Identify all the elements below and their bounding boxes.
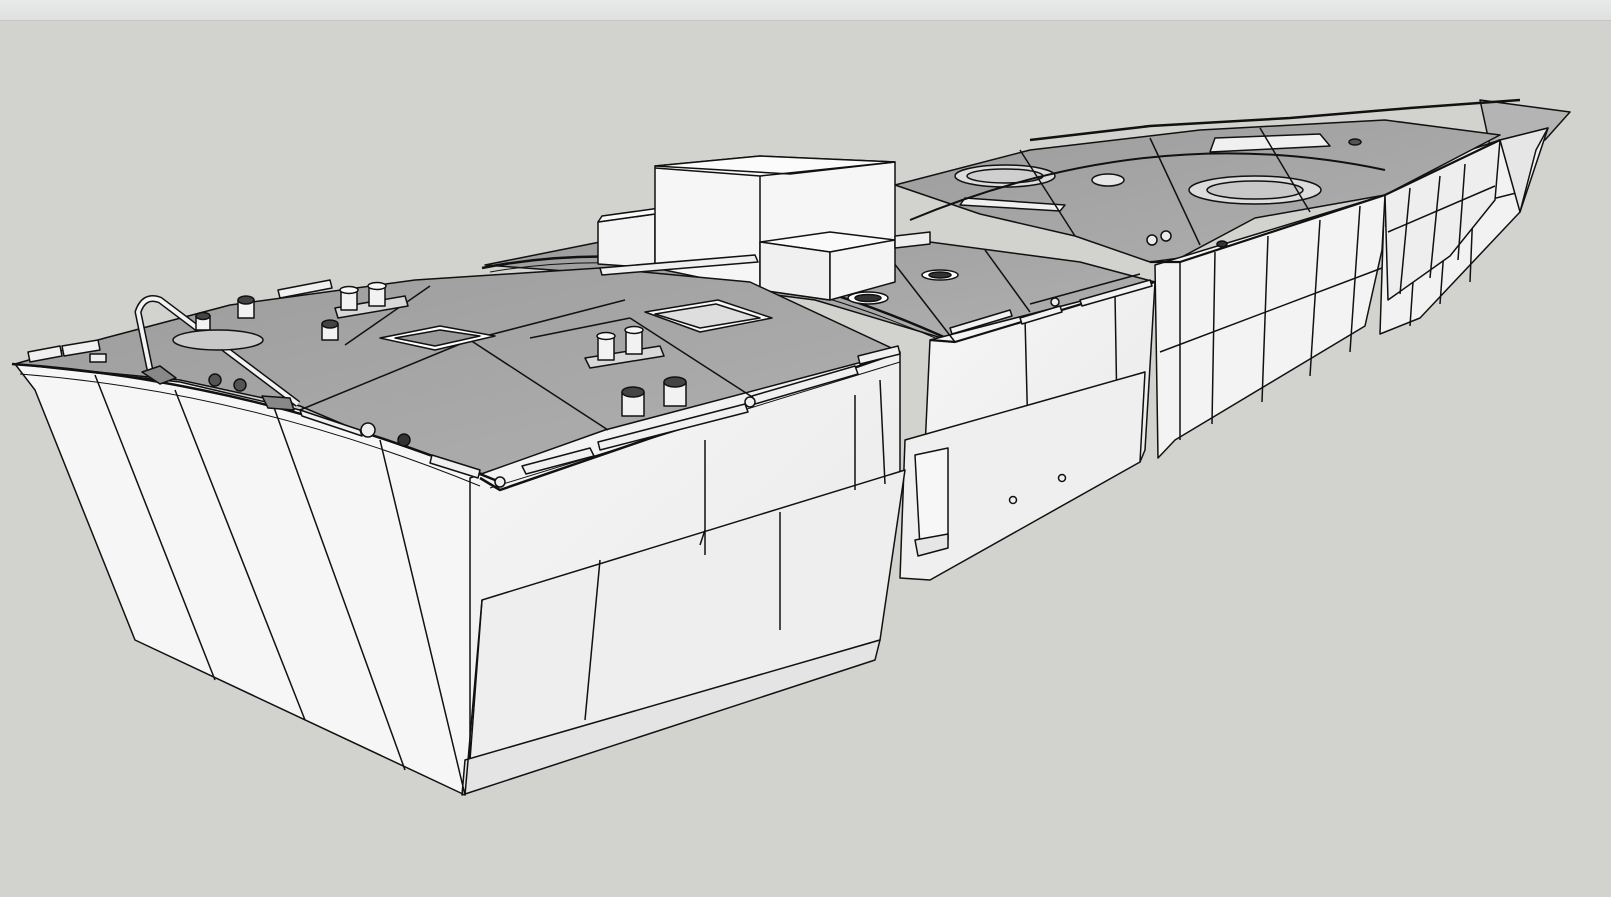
3d-viewport[interactable] <box>0 21 1611 897</box>
model-canvas[interactable] <box>0 21 1611 897</box>
stern-module[interactable] <box>11 254 906 796</box>
bollard-icon <box>1146 234 1158 246</box>
modeling-app <box>0 0 1611 897</box>
toolbar-strip <box>0 0 1611 21</box>
